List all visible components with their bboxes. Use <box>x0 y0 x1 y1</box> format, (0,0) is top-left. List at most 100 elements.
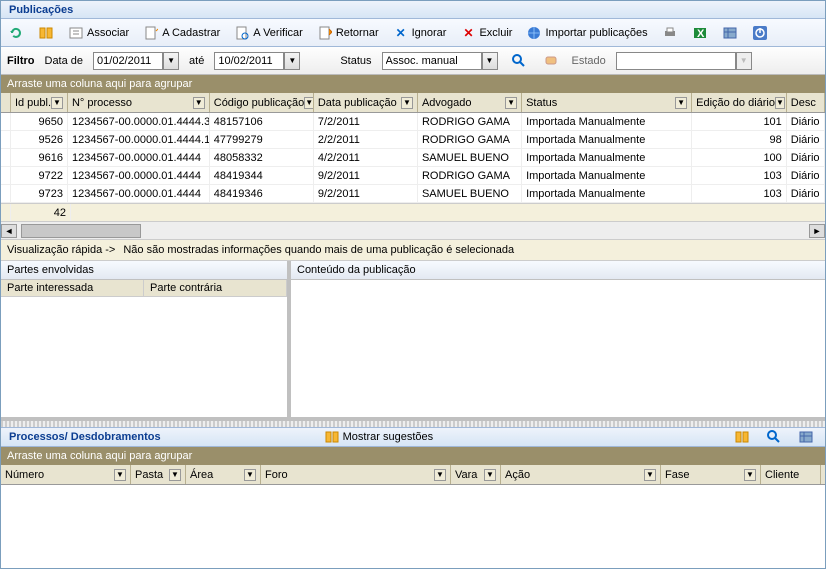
sec2-col-area[interactable]: Área▼ <box>186 465 261 484</box>
main-title-bar: Publicações <box>1 1 825 19</box>
ignorar-button[interactable]: ✕Ignorar <box>390 23 450 43</box>
sec2-group-hint[interactable]: Arraste uma coluna aqui para agrupar <box>1 447 825 465</box>
return-icon <box>317 25 333 41</box>
filter-arrow[interactable]: ▼ <box>193 97 205 109</box>
sec2-col-num[interactable]: Número▼ <box>1 465 131 484</box>
cell-ed: 100 <box>692 149 787 166</box>
cell-adv: RODRIGO GAMA <box>418 113 522 130</box>
sec2-col-acao[interactable]: Ação▼ <box>501 465 661 484</box>
filter-arrow[interactable]: ▼ <box>51 97 63 109</box>
col-id[interactable]: Id publ.▼ <box>11 93 68 112</box>
filter-arrow[interactable]: ▼ <box>244 469 256 481</box>
retornar-button[interactable]: Retornar <box>314 23 382 43</box>
estado-select <box>616 52 736 70</box>
cell-proc: 1234567-00.0000.01.4444.3 <box>68 113 210 130</box>
col-stat[interactable]: Status▼ <box>522 93 692 112</box>
cell-id: 9723 <box>11 185 68 202</box>
parte-contraria-col[interactable]: Parte contrária <box>144 280 287 296</box>
excluir-button[interactable]: ✕Excluir <box>457 23 515 43</box>
grid-group-hint[interactable]: Arraste uma coluna aqui para agrupar <box>1 75 825 93</box>
status-select[interactable] <box>382 52 482 70</box>
cell-desc: Diário <box>787 167 825 184</box>
filter-arrow[interactable]: ▼ <box>744 469 756 481</box>
refresh-button[interactable] <box>5 23 27 43</box>
sec2-search-button[interactable] <box>763 427 785 447</box>
mostrar-sugestoes-button[interactable]: Mostrar sugestões <box>321 427 436 447</box>
estado-label: Estado <box>572 55 606 67</box>
table-row[interactable]: 96161234567-00.0000.01.4444480583324/2/2… <box>1 149 825 167</box>
grid-hscrollbar[interactable]: ◄ ► <box>1 221 825 239</box>
table-row[interactable]: 97231234567-00.0000.01.4444484193469/2/2… <box>1 185 825 203</box>
globe-icon <box>526 25 542 41</box>
filter-arrow[interactable]: ▼ <box>304 97 314 109</box>
scroll-thumb[interactable] <box>21 224 141 238</box>
filter-search-button[interactable] <box>508 51 530 71</box>
ate-label: até <box>189 55 204 67</box>
table-row[interactable]: 95261234567-00.0000.01.4444.1477992792/2… <box>1 131 825 149</box>
filter-arrow[interactable]: ▼ <box>169 469 181 481</box>
layout-button[interactable] <box>719 23 741 43</box>
parte-interessada-col[interactable]: Parte interessada <box>1 280 144 296</box>
filter-arrow[interactable]: ▼ <box>505 97 517 109</box>
power-button[interactable] <box>749 23 771 43</box>
book-icon <box>734 429 750 445</box>
table-row[interactable]: 96501234567-00.0000.01.4444.3481571067/2… <box>1 113 825 131</box>
sec2-group-hint-text: Arraste uma coluna aqui para agrupar <box>7 450 192 462</box>
filter-arrow[interactable]: ▼ <box>484 469 496 481</box>
sum-count: 42 <box>11 204 71 221</box>
col-cod[interactable]: Código publicação▼ <box>210 93 314 112</box>
col-ed[interactable]: Edição do diário▼ <box>692 93 787 112</box>
filter-arrow[interactable]: ▼ <box>434 469 446 481</box>
filter-arrow[interactable]: ▼ <box>114 469 126 481</box>
quickview-label: Visualização rápida -> <box>7 244 115 256</box>
averificar-label: A Verificar <box>253 27 303 39</box>
section2-title: Processos/ Desdobramentos <box>9 431 161 443</box>
cell-desc: Diário <box>787 185 825 202</box>
col-desc[interactable]: Desc <box>787 93 825 112</box>
col-datap[interactable]: Data publicação▼ <box>314 93 418 112</box>
scroll-left-icon[interactable]: ◄ <box>1 224 17 238</box>
partes-body <box>1 297 287 417</box>
excel-icon: X <box>692 25 708 41</box>
sec2-col-cliente[interactable]: Cliente <box>761 465 821 484</box>
filter-arrow[interactable]: ▼ <box>401 97 413 109</box>
sec2-col-vara[interactable]: Vara▼ <box>451 465 501 484</box>
sec2-col-foro[interactable]: Foro▼ <box>261 465 451 484</box>
sec2-col-pasta[interactable]: Pasta▼ <box>131 465 186 484</box>
cell-id: 9722 <box>11 167 68 184</box>
status-dropdown[interactable]: ▼ <box>482 52 498 70</box>
data-de-input[interactable] <box>93 52 163 70</box>
cell-proc: 1234567-00.0000.01.4444 <box>68 185 210 202</box>
print-button[interactable] <box>659 23 681 43</box>
filter-clear-button[interactable] <box>540 51 562 71</box>
acadastrar-button[interactable]: A Cadastrar <box>140 23 223 43</box>
filter-arrow[interactable]: ▼ <box>775 97 785 109</box>
col-proc[interactable]: N° processo▼ <box>68 93 210 112</box>
filter-arrow[interactable]: ▼ <box>644 469 656 481</box>
averificar-button[interactable]: A Verificar <box>231 23 306 43</box>
excel-button[interactable]: X <box>689 23 711 43</box>
data-ate-dropdown[interactable]: ▼ <box>284 52 300 70</box>
associar-button[interactable]: Associar <box>65 23 132 43</box>
col-adv[interactable]: Advogado▼ <box>418 93 522 112</box>
cell-adv: RODRIGO GAMA <box>418 131 522 148</box>
data-de-dropdown[interactable]: ▼ <box>163 52 179 70</box>
importar-button[interactable]: Importar publicações <box>523 23 650 43</box>
cell-datap: 7/2/2011 <box>314 113 418 130</box>
cell-desc: Diário <box>787 131 825 148</box>
cell-cod: 48419344 <box>210 167 314 184</box>
scroll-right-icon[interactable]: ► <box>809 224 825 238</box>
cell-cod: 48157106 <box>210 113 314 130</box>
sec2-book-button[interactable] <box>731 427 753 447</box>
table-row[interactable]: 97221234567-00.0000.01.4444484193449/2/2… <box>1 167 825 185</box>
sec2-layout-button[interactable] <box>795 427 817 447</box>
filter-arrow[interactable]: ▼ <box>675 97 687 109</box>
book-button[interactable] <box>35 23 57 43</box>
sec2-col-fase[interactable]: Fase▼ <box>661 465 761 484</box>
conteudo-body <box>291 280 825 417</box>
conteudo-panel: Conteúdo da publicação <box>291 261 825 417</box>
link-icon <box>68 25 84 41</box>
data-ate-input[interactable] <box>214 52 284 70</box>
eraser-icon <box>543 53 559 69</box>
conteudo-title: Conteúdo da publicação <box>291 261 825 280</box>
